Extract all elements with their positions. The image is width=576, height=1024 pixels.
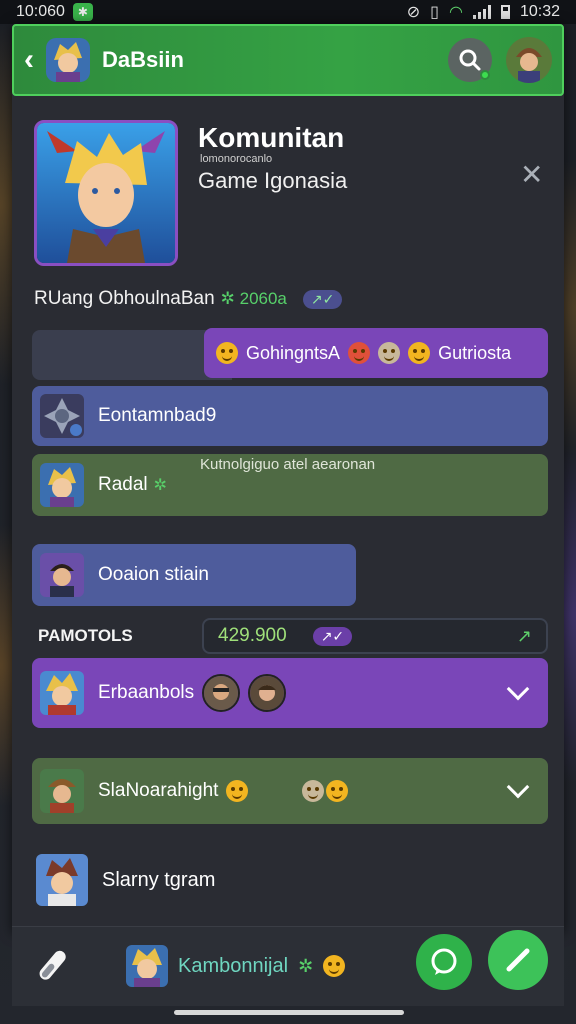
message-row-blue[interactable]: Eontamnbad9 bbox=[32, 386, 548, 446]
score-pill[interactable]: ↗✓ bbox=[312, 626, 353, 646]
emoji-icon[interactable] bbox=[323, 955, 346, 977]
message-text: Eontamnbad9 bbox=[98, 405, 217, 426]
emoji-icon bbox=[302, 780, 325, 802]
search-button[interactable] bbox=[448, 38, 492, 82]
composer-text: Kambonnijal bbox=[178, 954, 289, 977]
chevron-down-icon[interactable] bbox=[506, 677, 530, 701]
message-text: Radal bbox=[98, 474, 148, 495]
header-title: DaBsiin bbox=[102, 47, 184, 72]
emoji-icon bbox=[326, 780, 349, 802]
message-row-blue-small[interactable]: Ooaion stiain bbox=[32, 544, 356, 606]
edit-icon[interactable]: ↗ bbox=[517, 626, 532, 647]
message-caption: Kutnolgiguo atel aearonan bbox=[200, 456, 376, 473]
online-dot bbox=[480, 70, 490, 80]
vibrate-icon: ▯ bbox=[430, 4, 439, 21]
battery-icon bbox=[500, 5, 510, 19]
member-avatar bbox=[40, 671, 84, 715]
room-label-row: RUang ObhoulnaBan ✲ 2060a ↗✓ bbox=[34, 288, 343, 310]
dnd-icon: ⊘ bbox=[406, 4, 421, 21]
hero-avatar bbox=[40, 463, 84, 507]
room-count: ✲ 2060a bbox=[220, 289, 287, 308]
leaf-icon: ✲ bbox=[298, 955, 314, 976]
room-status-pill[interactable]: ↗✓ bbox=[302, 289, 343, 309]
emoji-icon bbox=[378, 342, 401, 364]
member-row[interactable]: Slarny tgram bbox=[32, 848, 548, 912]
leaf-icon: ✲ bbox=[153, 477, 168, 494]
member-name: SlaNoarahight bbox=[98, 780, 219, 801]
emoji-icon bbox=[216, 342, 238, 364]
profile-avatar[interactable] bbox=[506, 37, 552, 83]
chat-bubble-icon bbox=[431, 948, 457, 975]
compose-button[interactable] bbox=[488, 930, 548, 990]
member-row[interactable]: Erbaanbols bbox=[32, 658, 548, 728]
close-icon[interactable]: ✕ bbox=[520, 158, 543, 191]
game-subtitle: Game Igonasia bbox=[198, 168, 348, 193]
score-box[interactable]: 429.900 ↗✓ ↗ bbox=[202, 618, 548, 654]
game-cover-image bbox=[34, 120, 178, 266]
signal-icon bbox=[472, 5, 491, 19]
score-value: 429.900 bbox=[218, 625, 287, 646]
section-label: PAMOTOLS bbox=[38, 626, 133, 645]
attachment-icon[interactable] bbox=[32, 946, 72, 986]
member-avatar-small bbox=[202, 674, 241, 712]
game-title: Komunitan bbox=[198, 122, 345, 153]
back-arrow-icon[interactable]: ‹ bbox=[24, 43, 44, 77]
member-avatar-small bbox=[248, 674, 287, 712]
search-icon bbox=[459, 49, 481, 71]
member-row[interactable]: SlaNoarahight bbox=[32, 758, 548, 824]
notification-icon: ✱ bbox=[72, 3, 93, 21]
wifi-icon: ◠ bbox=[448, 4, 463, 21]
message-text: GohingntsA bbox=[246, 342, 341, 363]
member-avatar bbox=[36, 854, 88, 906]
status-bar: 10:060 ✱ ⊘ ▯ ◠ 10:32 bbox=[0, 0, 576, 24]
game-subtitle-small: lomonorocanlo bbox=[200, 153, 273, 165]
pencil-icon bbox=[506, 948, 530, 972]
app-header: ‹ DaBsiin bbox=[12, 24, 564, 96]
message-text: Ooaion stiain bbox=[98, 564, 209, 585]
settings-badge-avatar bbox=[40, 394, 84, 438]
room-count-value: 2060a bbox=[239, 289, 287, 308]
emoji-icon bbox=[408, 342, 431, 364]
room-label: RUang ObhoulnaBan bbox=[34, 288, 215, 309]
emoji-icon bbox=[226, 780, 249, 802]
status-time-right: 10:32 bbox=[519, 3, 560, 20]
chevron-down-icon[interactable] bbox=[506, 775, 530, 799]
chat-button[interactable] bbox=[416, 934, 472, 990]
message-row-empty bbox=[32, 330, 232, 380]
composer-avatar bbox=[126, 945, 168, 987]
emoji-icon bbox=[348, 342, 371, 364]
message-text: Gutriosta bbox=[438, 342, 512, 363]
member-name: Erbaanbols bbox=[98, 682, 195, 703]
home-indicator[interactable] bbox=[174, 1010, 404, 1015]
message-bubble-purple[interactable]: GohingntsA Gutriosta bbox=[204, 328, 548, 378]
header-avatar[interactable] bbox=[46, 38, 90, 82]
member-name: Slarny tgram bbox=[102, 868, 216, 891]
status-time-left: 10:060 bbox=[16, 3, 65, 20]
message-input[interactable]: Kambonnijal ✲ bbox=[126, 938, 416, 994]
user-avatar bbox=[40, 553, 84, 597]
member-avatar bbox=[40, 769, 84, 813]
